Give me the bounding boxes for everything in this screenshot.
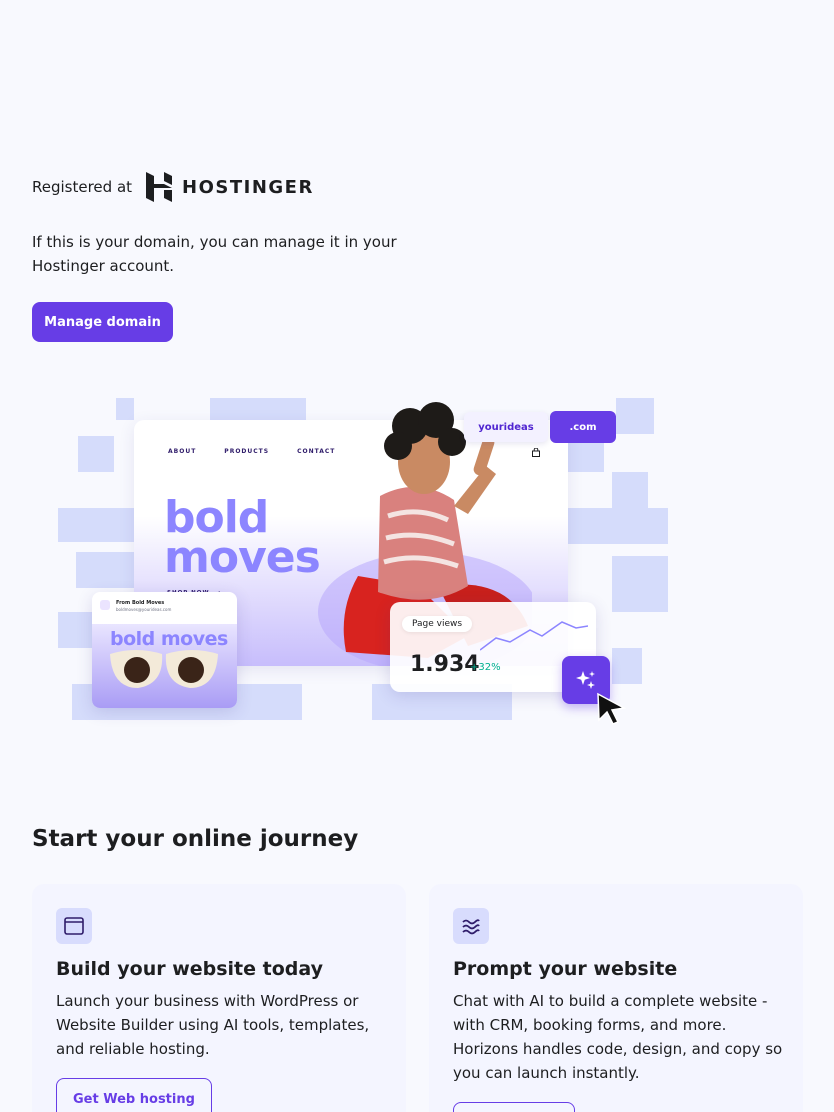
web-hosting-description: Launch your business with WordPress or W… <box>56 992 370 1058</box>
email-from: From Bold Moves <box>116 600 165 606</box>
web-hosting-title: Build your website today <box>56 958 324 980</box>
preview-nav-about: ABOUT <box>168 448 197 455</box>
preview-nav: ABOUT PRODUCTS CONTACT <box>168 448 335 455</box>
manage-domain-button[interactable]: Manage domain <box>32 302 173 342</box>
email-address: boldmoves@yourideas.com <box>116 607 172 612</box>
page-views-delta: +32% <box>470 662 501 673</box>
hostinger-logo-icon <box>146 172 173 202</box>
domain-manage-message: If this is your domain, you can manage i… <box>32 233 397 275</box>
hostinger-wordmark: HOSTINGER <box>182 176 314 198</box>
preview-headline: bold moves <box>164 496 321 583</box>
preview-nav-products: PRODUCTS <box>224 448 270 455</box>
domain-tld-pill: .com <box>550 411 616 443</box>
horizons-button[interactable] <box>453 1102 575 1112</box>
browser-window-icon <box>56 908 92 944</box>
shopping-bag-icon <box>532 448 540 457</box>
get-web-hosting-button[interactable]: Get Web hosting <box>56 1078 212 1112</box>
domain-name-pill: yourideas <box>464 412 548 442</box>
page-views-trend-icon <box>480 621 588 651</box>
mail-icon <box>100 600 110 610</box>
page-views-label: Page views <box>402 616 473 632</box>
registered-at-label: Registered at <box>32 178 133 196</box>
mouse-cursor-icon <box>597 692 627 725</box>
sparkle-icon <box>576 671 595 689</box>
journey-section-title: Start your online journey <box>32 826 359 852</box>
sunglasses-icon <box>110 650 218 688</box>
registrar-line: Registered at HOSTINGER <box>32 172 314 202</box>
email-preview-card: From Bold Moves boldmoves@yourideas.com … <box>92 592 237 708</box>
horizons-title: Prompt your website <box>453 958 678 980</box>
web-hosting-card: Build your website today Launch your bus… <box>32 884 406 1112</box>
horizons-waves-icon <box>453 908 489 944</box>
horizons-card: Prompt your website Chat with AI to buil… <box>429 884 803 1112</box>
hostinger-logo: HOSTINGER <box>146 172 314 202</box>
horizons-description: Chat with AI to build a complete website… <box>453 992 783 1082</box>
hero-illustration: ABOUT PRODUCTS CONTACT bold moves SHOP N… <box>56 396 676 736</box>
preview-headline-line2: moves <box>164 532 321 583</box>
